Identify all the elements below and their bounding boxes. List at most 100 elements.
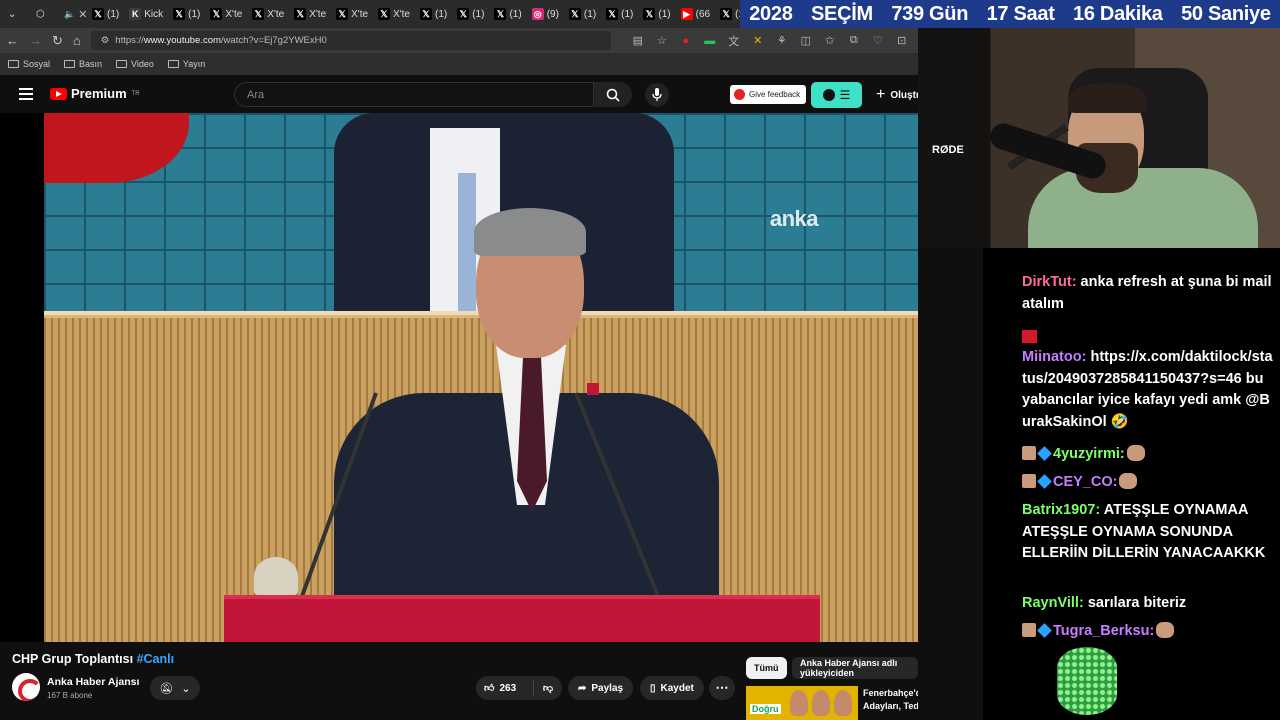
diamond-badge-icon [1037,474,1052,489]
save-button[interactable]: ▯ Kaydet [640,676,704,700]
chat-username[interactable]: RaynVill [1022,595,1079,611]
bookmark-star-icon[interactable]: ☆ [655,34,669,48]
youtube-logo[interactable]: Premium TR [50,86,140,101]
screenshot-icon[interactable]: ⊡ [895,34,909,48]
gift-emote [1057,647,1117,715]
bookmark-label: Video [131,59,154,69]
browser-tab[interactable]: 𝕏 X'te [206,3,246,25]
extension-yellow-icon[interactable]: ✕ [751,34,765,48]
recommended-title[interactable]: Fenerbahçe'de Seçim | Başkan Adayları, T… [863,687,918,713]
video-player[interactable]: anka [44,113,918,642]
channel-avatar[interactable] [12,673,40,701]
collections-icon[interactable]: ⧉ [847,34,861,48]
create-button[interactable]: + Oluştur [870,83,918,107]
home-icon[interactable]: ⌂ [73,33,81,48]
channel-name[interactable]: Anka Haber Ajansı [47,676,139,688]
tab-active[interactable]: 🔈 ✕ [60,3,87,25]
browser-tab[interactable]: 𝕏(1) [88,3,123,25]
browser-tab[interactable]: 𝕏(1) [716,3,740,25]
bookmark-folder[interactable]: Sosyal [8,59,50,69]
youtube-page: Premium TR Ara Give feedback ☰ + Oluştur a… [0,75,918,720]
chat-username[interactable]: Tugra_Berksu [1053,623,1149,639]
hashtag-link[interactable]: #Canlı [137,652,175,666]
search-input[interactable]: Ara [234,82,594,107]
diamond-badge-icon [1037,623,1052,638]
tab-label: (66 [695,8,711,20]
like-button[interactable]: 👍︎ 263 [476,680,534,696]
browser-tab[interactable]: 𝕏 X'te [374,3,414,25]
streamer-hair [1068,83,1146,113]
browser-tab[interactable]: K Kick [125,3,167,25]
browser-tab[interactable]: 𝕏(1) [490,3,525,25]
share-label: Paylaş [591,682,624,694]
extensions-icon[interactable]: ⚘ [775,34,789,48]
x-icon: 𝕏 [419,8,432,20]
chat-username[interactable]: 4yuzyirmi [1053,446,1120,462]
like-count: 263 [499,682,517,694]
browser-tab[interactable]: ▶ (66 [677,3,714,25]
mic-brand: RØDE [932,144,964,156]
voice-search-button[interactable] [645,83,669,107]
feedback-icon [734,89,745,100]
more-actions-button[interactable]: ⋯ [709,676,735,700]
translate-icon[interactable]: 文 [727,34,741,48]
extension-red-icon[interactable]: ● [679,34,693,48]
banner-days: 739 Gün [891,2,969,25]
chat-text: sarılara biteriz [1087,595,1187,611]
workspaces-icon[interactable]: ⬡ [32,3,58,25]
live-chat: DirkTut: anka refresh at şuna bi mail at… [983,248,1280,720]
browser-tab[interactable]: ◎ (9) [528,3,563,25]
browser-tab[interactable]: 𝕏 X'te [248,3,288,25]
back-icon[interactable]: ← [6,33,19,48]
split-view-icon[interactable]: ◫ [799,34,813,48]
browser-tab[interactable]: 𝕏(1) [602,3,637,25]
browser-tab[interactable]: 𝕏(1) [565,3,600,25]
bookmark-folder[interactable]: Yayın [167,59,205,69]
notification-button[interactable]: 🔕︎ ⌄ [150,676,200,700]
chip-all[interactable]: Tümü [746,657,787,679]
favorites-icon[interactable]: ✩ [823,34,837,48]
menu-icon[interactable] [19,88,33,100]
dislike-button[interactable]: 👎︎ [534,682,562,694]
x-icon: 𝕏 [210,8,223,20]
bookmark-folder[interactable]: Basın [64,59,102,69]
chat-username[interactable]: Batrix1907 [1022,502,1095,518]
extension-green-icon[interactable]: ▬ [703,34,717,48]
forward-icon[interactable]: → [29,33,42,48]
like-dislike-group: 👍︎ 263 👎︎ [476,676,562,700]
address-bar[interactable]: ⚙ https://www.youtube.com/watch?v=Ej7g2Y… [90,31,611,50]
reader-icon[interactable]: ▤ [631,34,645,48]
recommended-thumbnail[interactable]: Doğru [746,686,858,720]
browser-tab[interactable]: 𝕏(1) [416,3,451,25]
tab-label: (1) [434,8,448,20]
tab-label: (1) [472,8,485,20]
youtube-icon: ▶ [680,8,693,20]
chat-message: Batrix1907: ATEŞŞLE OYNAMAA ATEŞŞLE OYNA… [1022,502,1266,561]
give-feedback-button[interactable]: Give feedback [730,85,807,104]
browser-tab[interactable]: 𝕏 X'te [290,3,330,25]
close-icon[interactable]: ✕ [78,8,87,21]
chip-from-uploader[interactable]: Anka Haber Ajansı adlı yükleyiciden [792,657,918,679]
browser-tab[interactable]: 𝕏(1) [169,3,204,25]
chat-username[interactable]: DirkTut [1022,274,1072,290]
x-icon: 𝕏 [643,8,656,20]
search-button[interactable] [594,82,632,107]
banner-minutes: 16 Dakika [1073,2,1163,25]
browser-tab[interactable]: 𝕏(1) [453,3,488,25]
chevron-down-icon: ⌄ [181,682,191,695]
reload-icon[interactable]: ↻ [52,33,63,49]
share-button[interactable]: ➦ Paylaş [568,676,634,700]
chat-username[interactable]: Miinatoo [1022,349,1082,365]
badge-icon [1022,330,1037,343]
chat-message: RaynVill: sarılara biteriz [1022,595,1187,611]
browser-tab[interactable]: 𝕏(1) [639,3,674,25]
subscriber-count: 167 B abone [47,691,93,700]
site-info-icon[interactable]: ⚙ [101,35,110,46]
folder-icon [64,60,76,68]
chat-username[interactable]: CEY_CO [1053,474,1113,490]
bookmark-folder[interactable]: Video [116,59,154,69]
extension-button[interactable]: ☰ [811,82,862,108]
health-icon[interactable]: ♡ [871,34,885,48]
tab-list-button[interactable]: ⌄ [4,3,30,25]
browser-tab[interactable]: 𝕏 X'te [332,3,372,25]
